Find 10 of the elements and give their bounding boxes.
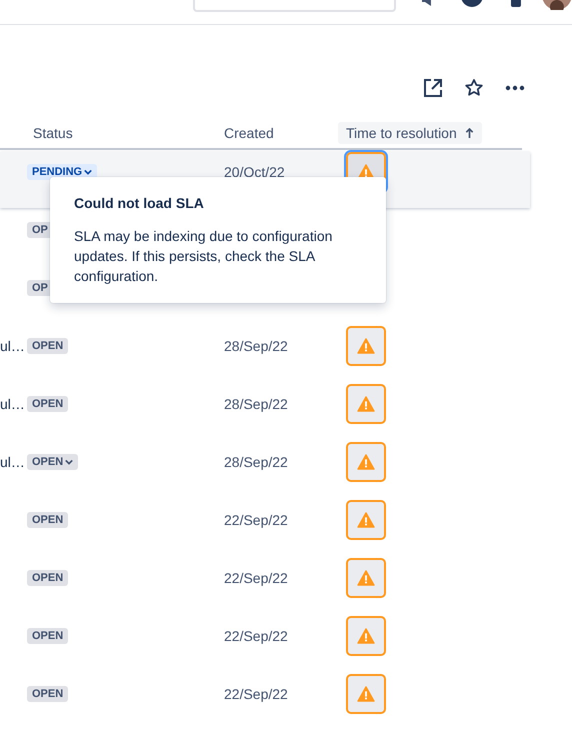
created-date: 28/Sep/22 [224, 338, 288, 354]
created-date: 28/Sep/22 [224, 396, 288, 412]
created-date: 28/Sep/22 [224, 454, 288, 470]
created-date: 22/Sep/22 [224, 512, 288, 528]
created-date: 22/Sep/22 [224, 570, 288, 586]
tooltip-title: Could not load SLA [74, 194, 205, 213]
created-date: 22/Sep/22 [224, 628, 288, 644]
tooltip-text: SLA may be indexing due to configuration updates. If this persists, check the SLA configuration. [74, 227, 334, 286]
created-date: 22/Sep/22 [224, 686, 288, 702]
created-date: 20/Oct/22 [224, 164, 285, 180]
